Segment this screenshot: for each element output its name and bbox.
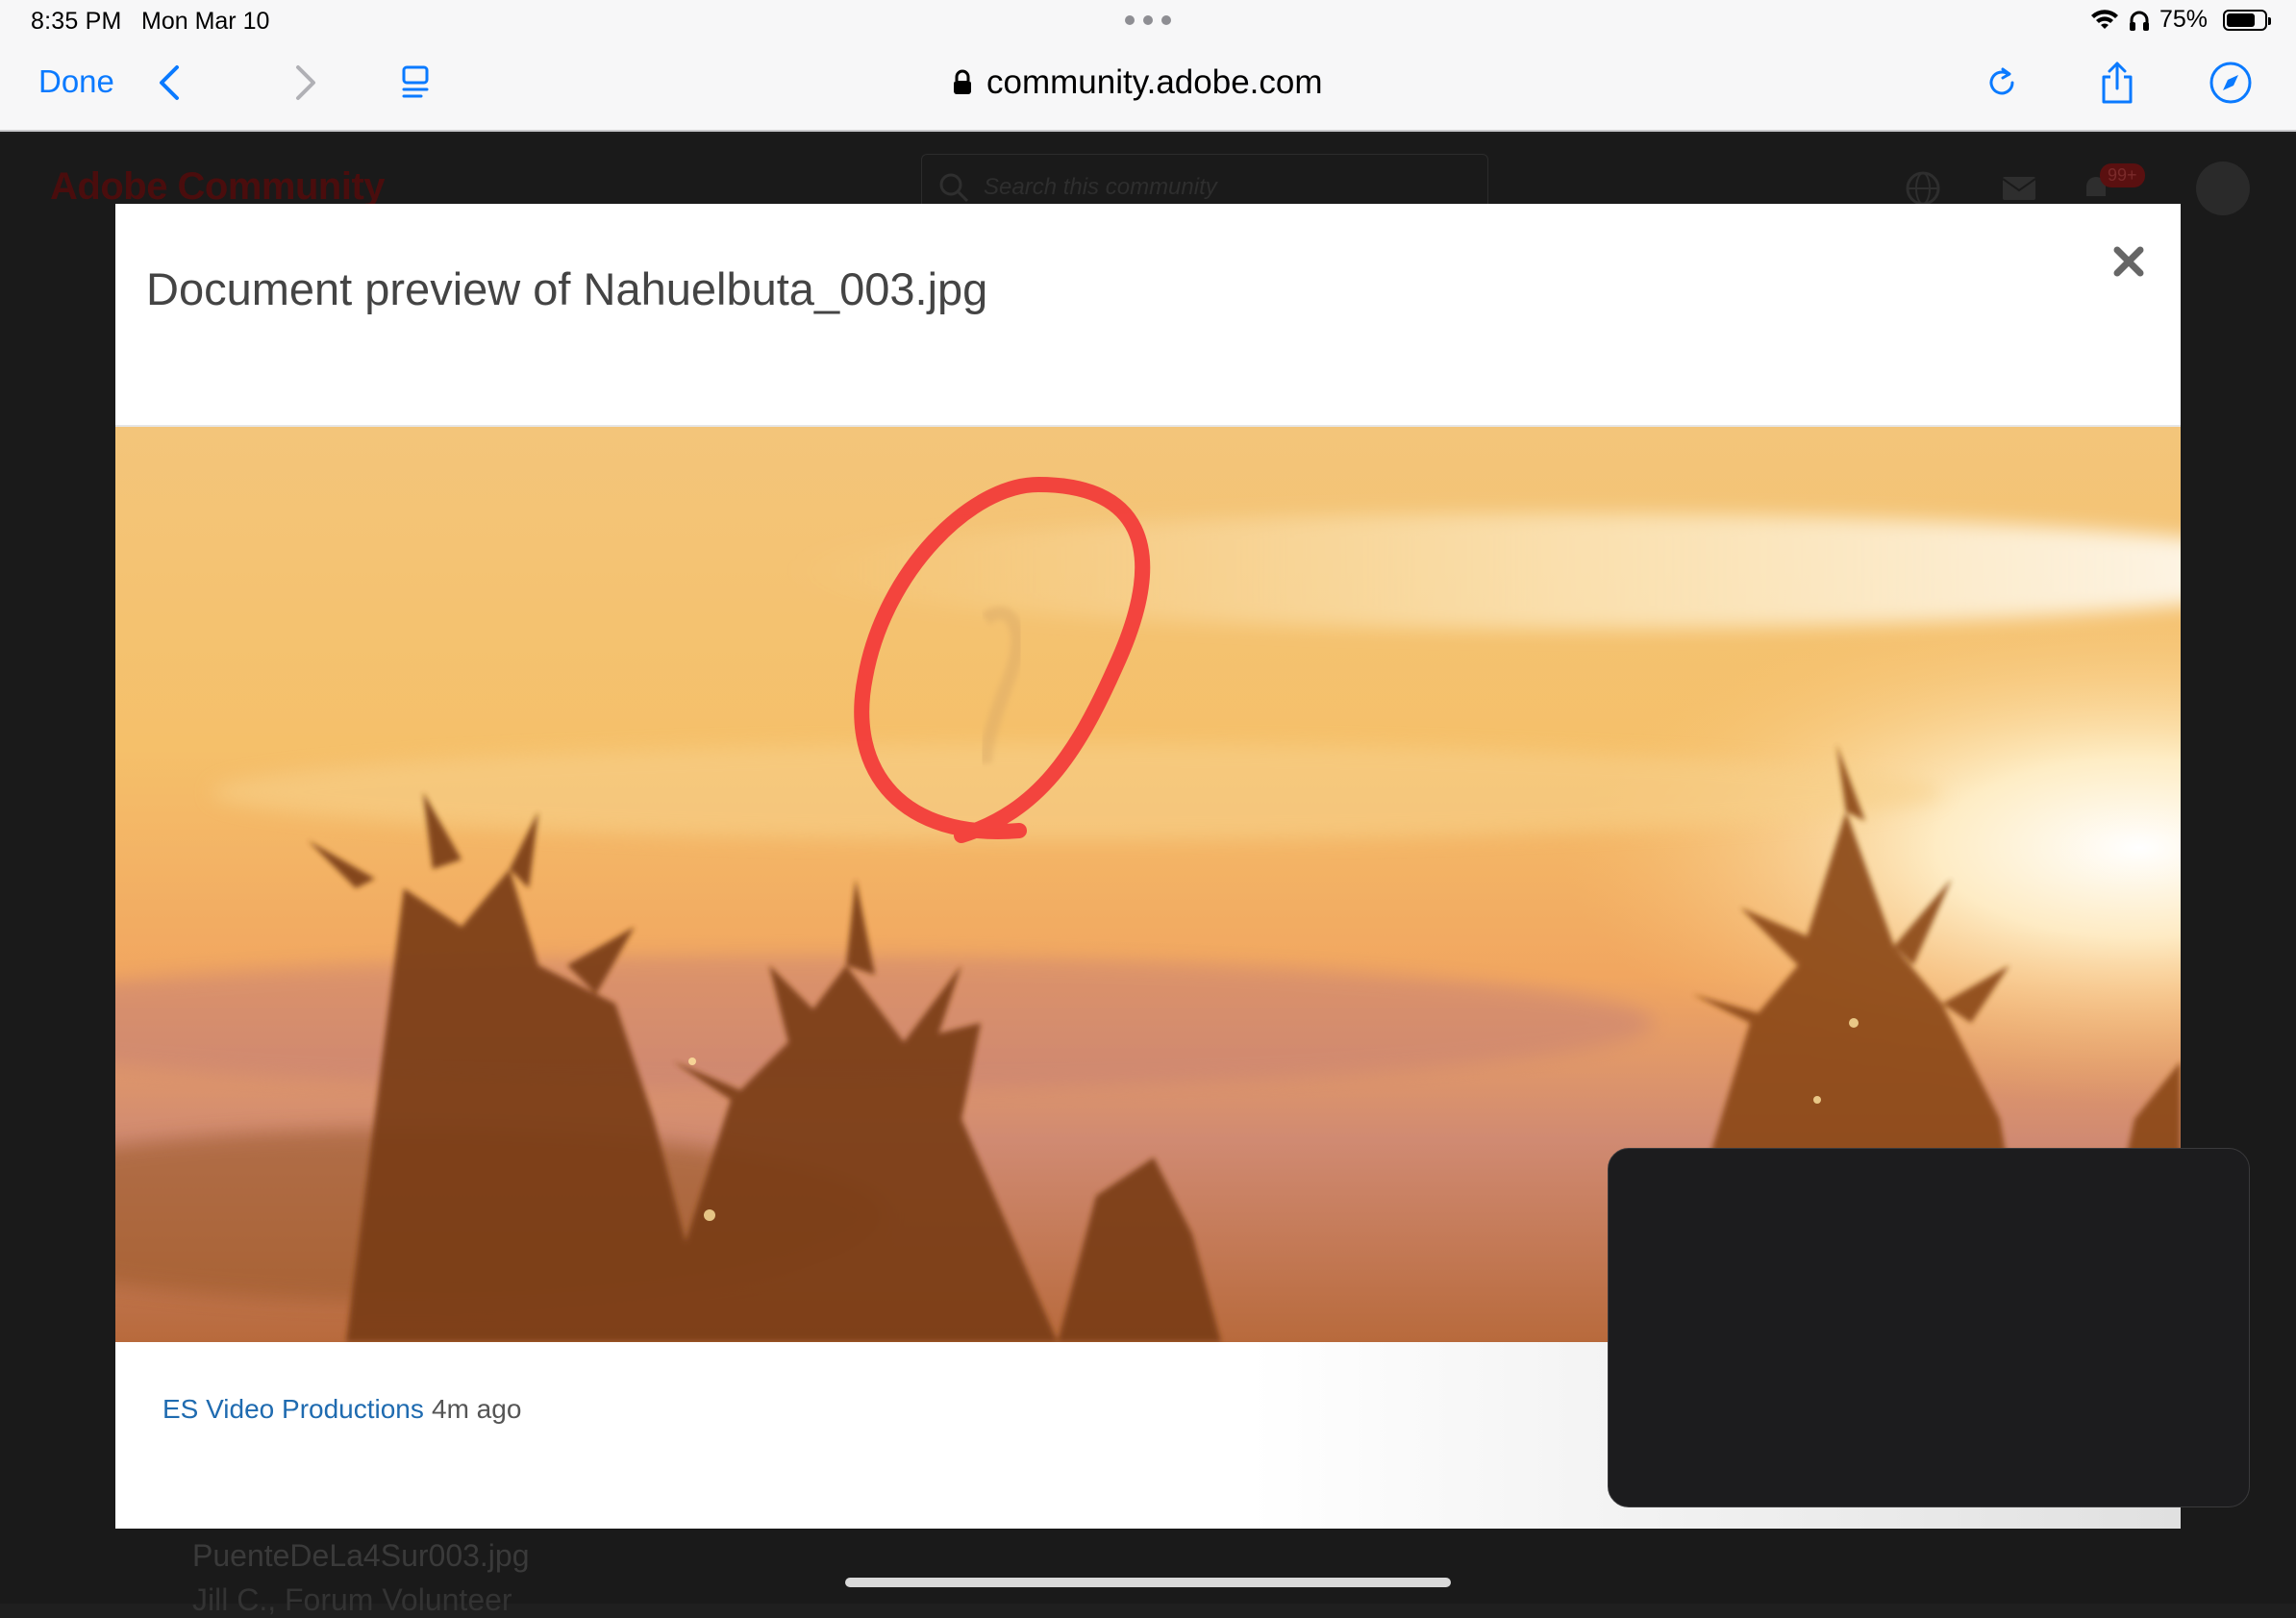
notification-badge: 99+ [2100,163,2145,187]
url-text: community.adobe.com [986,63,1323,101]
lock-icon [954,69,971,94]
avatar [2196,162,2250,215]
author-link[interactable]: ES Video Productions [162,1394,424,1425]
status-time: 8:35 PM [31,8,122,35]
attachment-file-name: PuenteDeLa4Sur003.jpg [192,1538,530,1573]
forward-chevron-icon[interactable] [283,60,329,106]
globe-icon [1906,171,1940,206]
address-bar[interactable]: community.adobe.com [952,60,1323,106]
status-date: Mon Mar 10 [141,8,270,35]
battery-icon [2223,9,2271,31]
compass-icon[interactable] [2208,60,2254,106]
floating-overlay-panel[interactable] [1608,1148,2250,1507]
done-button[interactable]: Done [38,63,114,100]
close-icon[interactable] [2109,242,2148,281]
modal-title: Document preview of Nahuelbuta_003.jpg [146,263,988,315]
site-logo: Adobe Community [50,165,386,208]
back-chevron-icon[interactable] [146,60,192,106]
headphones-icon [2129,11,2149,31]
home-indicator[interactable] [845,1578,1451,1587]
mail-icon [2002,177,2036,200]
post-timestamp: 4m ago [432,1394,522,1424]
reader-list-icon[interactable] [392,60,438,106]
status-indicators: 75% [2090,6,2271,34]
multitasking-dots-icon[interactable] [1125,13,1171,27]
safari-chrome: 8:35 PM Mon Mar 10 75% Done community.ad… [0,0,2296,132]
attachment-user: Jill C., Forum Volunteer [192,1582,512,1617]
search-placeholder: Search this community [984,174,1217,200]
reload-icon[interactable] [1979,60,2025,106]
search-icon [939,173,969,203]
battery-percent: 75% [2159,6,2208,33]
share-icon[interactable] [2094,60,2140,106]
wifi-icon [2090,9,2118,29]
